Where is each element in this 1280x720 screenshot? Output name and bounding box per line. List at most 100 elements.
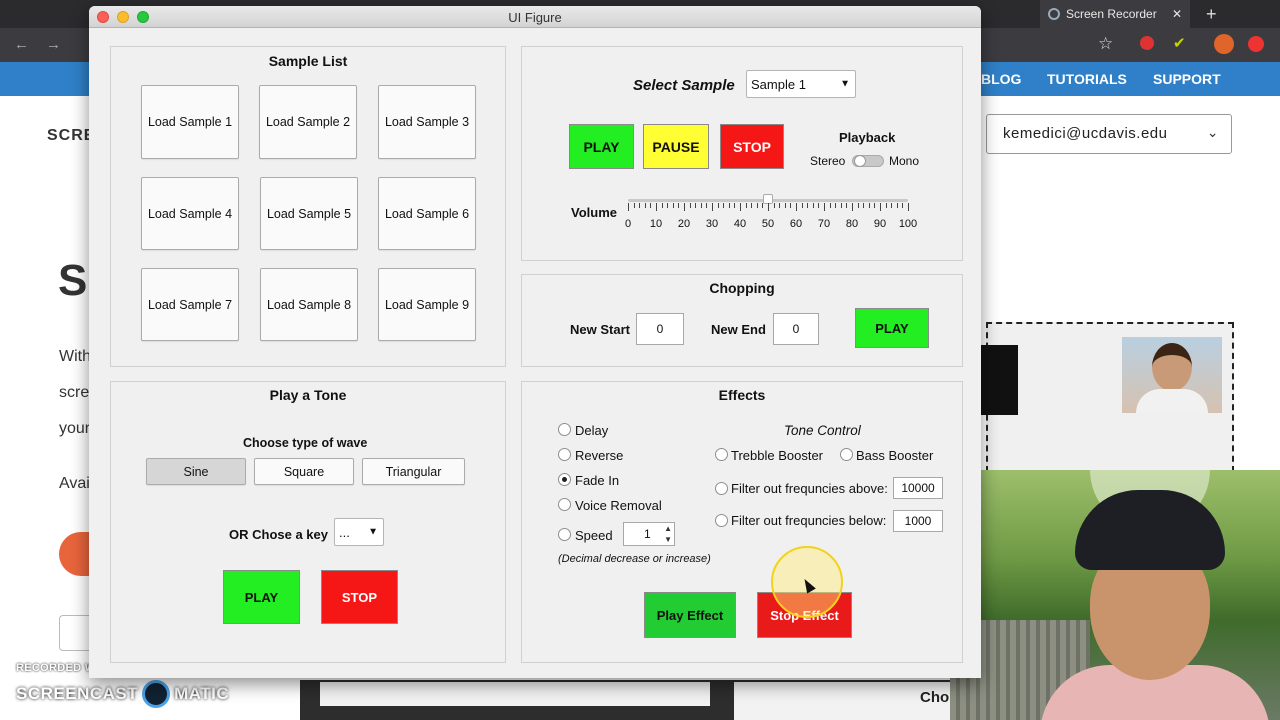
extension-icon[interactable] bbox=[1140, 36, 1154, 50]
screencast-brand-right: MATIC bbox=[174, 684, 230, 703]
volume-tick-mark bbox=[868, 203, 870, 208]
forward-icon[interactable]: → bbox=[46, 36, 61, 53]
new-start-field[interactable]: 0 bbox=[636, 313, 684, 345]
bg-text-fragment: With bbox=[59, 348, 91, 365]
volume-tick-mark bbox=[700, 203, 702, 208]
delay-label: Delay bbox=[575, 423, 609, 438]
play-effect-button[interactable]: Play Effect bbox=[644, 592, 736, 638]
nav-link-tutorials[interactable]: TUTORIALS bbox=[1047, 71, 1127, 87]
key-label: OR Chose a key bbox=[229, 527, 328, 542]
volume-tick-mark bbox=[661, 203, 663, 208]
wave-triangular-button[interactable]: Triangular bbox=[362, 458, 465, 485]
radio-treble-booster[interactable] bbox=[715, 448, 728, 461]
volume-tick-mark bbox=[633, 203, 635, 208]
load-sample-4-button[interactable]: Load Sample 4 bbox=[141, 177, 239, 250]
volume-tick-mark bbox=[796, 203, 797, 211]
load-sample-7-button[interactable]: Load Sample 7 bbox=[141, 268, 239, 341]
volume-tick-mark bbox=[672, 203, 674, 208]
wave-square-button[interactable]: Square bbox=[254, 458, 354, 485]
filter-below-field[interactable]: 1000 bbox=[893, 510, 943, 532]
load-sample-1-button[interactable]: Load Sample 1 bbox=[141, 85, 239, 159]
volume-tick-label: 10 bbox=[649, 218, 663, 230]
radio-filter-above[interactable] bbox=[715, 482, 728, 495]
recording-preview-dark bbox=[980, 345, 1018, 415]
stereo-mono-switch[interactable] bbox=[852, 155, 884, 167]
wave-sine-button[interactable]: Sine bbox=[146, 458, 246, 485]
key-dropdown[interactable]: ... ▼ bbox=[334, 518, 384, 546]
volume-tick-mark bbox=[717, 203, 719, 208]
nav-link-support[interactable]: SUPPORT bbox=[1153, 71, 1221, 87]
load-sample-9-button[interactable]: Load Sample 9 bbox=[378, 268, 476, 341]
bookmark-star-icon[interactable]: ☆ bbox=[1098, 34, 1113, 54]
switch-knob bbox=[854, 155, 866, 167]
volume-tick-mark bbox=[852, 203, 853, 211]
volume-tick-mark bbox=[784, 203, 786, 208]
load-sample-6-button[interactable]: Load Sample 6 bbox=[378, 177, 476, 250]
tab-close-icon[interactable]: ✕ bbox=[1172, 6, 1182, 22]
speed-stepper-field[interactable]: 1 ▲ ▼ bbox=[623, 522, 675, 546]
load-sample-2-button[interactable]: Load Sample 2 bbox=[259, 85, 357, 159]
radio-reverse[interactable] bbox=[558, 448, 571, 461]
extension-red-icon[interactable] bbox=[1248, 36, 1264, 52]
volume-tick-mark bbox=[874, 203, 876, 208]
tone-play-button[interactable]: PLAY bbox=[223, 570, 300, 624]
radio-speed[interactable] bbox=[558, 528, 571, 541]
chevron-down-icon: ⌄ bbox=[1206, 124, 1219, 140]
nav-link-blog[interactable]: BLOG bbox=[981, 71, 1021, 87]
load-sample-3-button[interactable]: Load Sample 3 bbox=[378, 85, 476, 159]
fade-in-label: Fade In bbox=[575, 473, 620, 488]
radio-bass-booster[interactable] bbox=[840, 448, 853, 461]
volume-tick-mark bbox=[667, 203, 669, 208]
extension-check-icon[interactable]: ✔ bbox=[1173, 34, 1186, 52]
back-icon[interactable]: ← bbox=[14, 36, 29, 53]
volume-tick-mark bbox=[880, 203, 881, 211]
effects-title: Effects bbox=[718, 387, 766, 403]
screencast-o-icon bbox=[142, 680, 171, 708]
volume-tick-mark bbox=[706, 203, 708, 208]
tone-control-label: Tone Control bbox=[784, 423, 861, 438]
tone-stop-button[interactable]: STOP bbox=[321, 570, 398, 624]
stop-button[interactable]: STOP bbox=[720, 124, 784, 169]
play-tone-title: Play a Tone bbox=[269, 387, 347, 403]
volume-tick-mark bbox=[756, 203, 758, 208]
radio-delay[interactable] bbox=[558, 423, 571, 436]
bg-text-fragment: your bbox=[59, 420, 91, 437]
volume-tick-mark bbox=[891, 203, 893, 208]
stepper-arrows-icon[interactable]: ▲ ▼ bbox=[664, 523, 672, 545]
select-sample-label: Select Sample bbox=[633, 77, 735, 94]
volume-tick-mark bbox=[857, 203, 859, 208]
bg-light-block bbox=[320, 682, 710, 706]
playback-label: Playback bbox=[839, 130, 896, 145]
treble-booster-label: Trebble Booster bbox=[731, 448, 824, 463]
new-end-field[interactable]: 0 bbox=[773, 313, 819, 345]
volume-tick-label: 50 bbox=[761, 218, 775, 230]
volume-tick-mark bbox=[628, 203, 629, 211]
radio-voice-removal[interactable] bbox=[558, 498, 571, 511]
volume-tick-mark bbox=[818, 203, 820, 208]
filter-above-field[interactable]: 10000 bbox=[893, 477, 943, 499]
new-tab-icon[interactable]: + bbox=[1206, 4, 1217, 25]
account-select[interactable]: kemedici@ucdavis.edu ⌄ bbox=[986, 114, 1232, 154]
select-sample-dropdown[interactable]: Sample 1 ▼ bbox=[746, 70, 856, 98]
mono-label: Mono bbox=[889, 154, 920, 168]
bg-text-fragment: Avai bbox=[59, 475, 90, 492]
speed-label: Speed bbox=[575, 528, 613, 543]
volume-label: Volume bbox=[571, 205, 617, 220]
pause-button[interactable]: PAUSE bbox=[643, 124, 709, 169]
volume-tick-mark bbox=[773, 203, 775, 208]
load-sample-8-button[interactable]: Load Sample 8 bbox=[260, 268, 358, 341]
chopping-play-button[interactable]: PLAY bbox=[855, 308, 929, 348]
volume-tick-label: 60 bbox=[789, 218, 803, 230]
volume-tick-mark bbox=[829, 203, 831, 208]
radio-filter-below[interactable] bbox=[715, 514, 728, 527]
window-titlebar: UI Figure bbox=[89, 6, 981, 28]
load-sample-5-button[interactable]: Load Sample 5 bbox=[260, 177, 358, 250]
play-button[interactable]: PLAY bbox=[569, 124, 634, 169]
profile-avatar[interactable] bbox=[1214, 34, 1234, 54]
play-tone-panel: Play a Tone bbox=[110, 381, 506, 663]
browser-tab-screen-recorder[interactable]: Screen Recorder ✕ bbox=[1040, 0, 1190, 28]
webcam-overlay bbox=[950, 470, 1280, 720]
volume-tick-mark bbox=[908, 203, 909, 211]
radio-fade-in[interactable] bbox=[558, 473, 571, 486]
speed-value: 1 bbox=[644, 527, 651, 541]
